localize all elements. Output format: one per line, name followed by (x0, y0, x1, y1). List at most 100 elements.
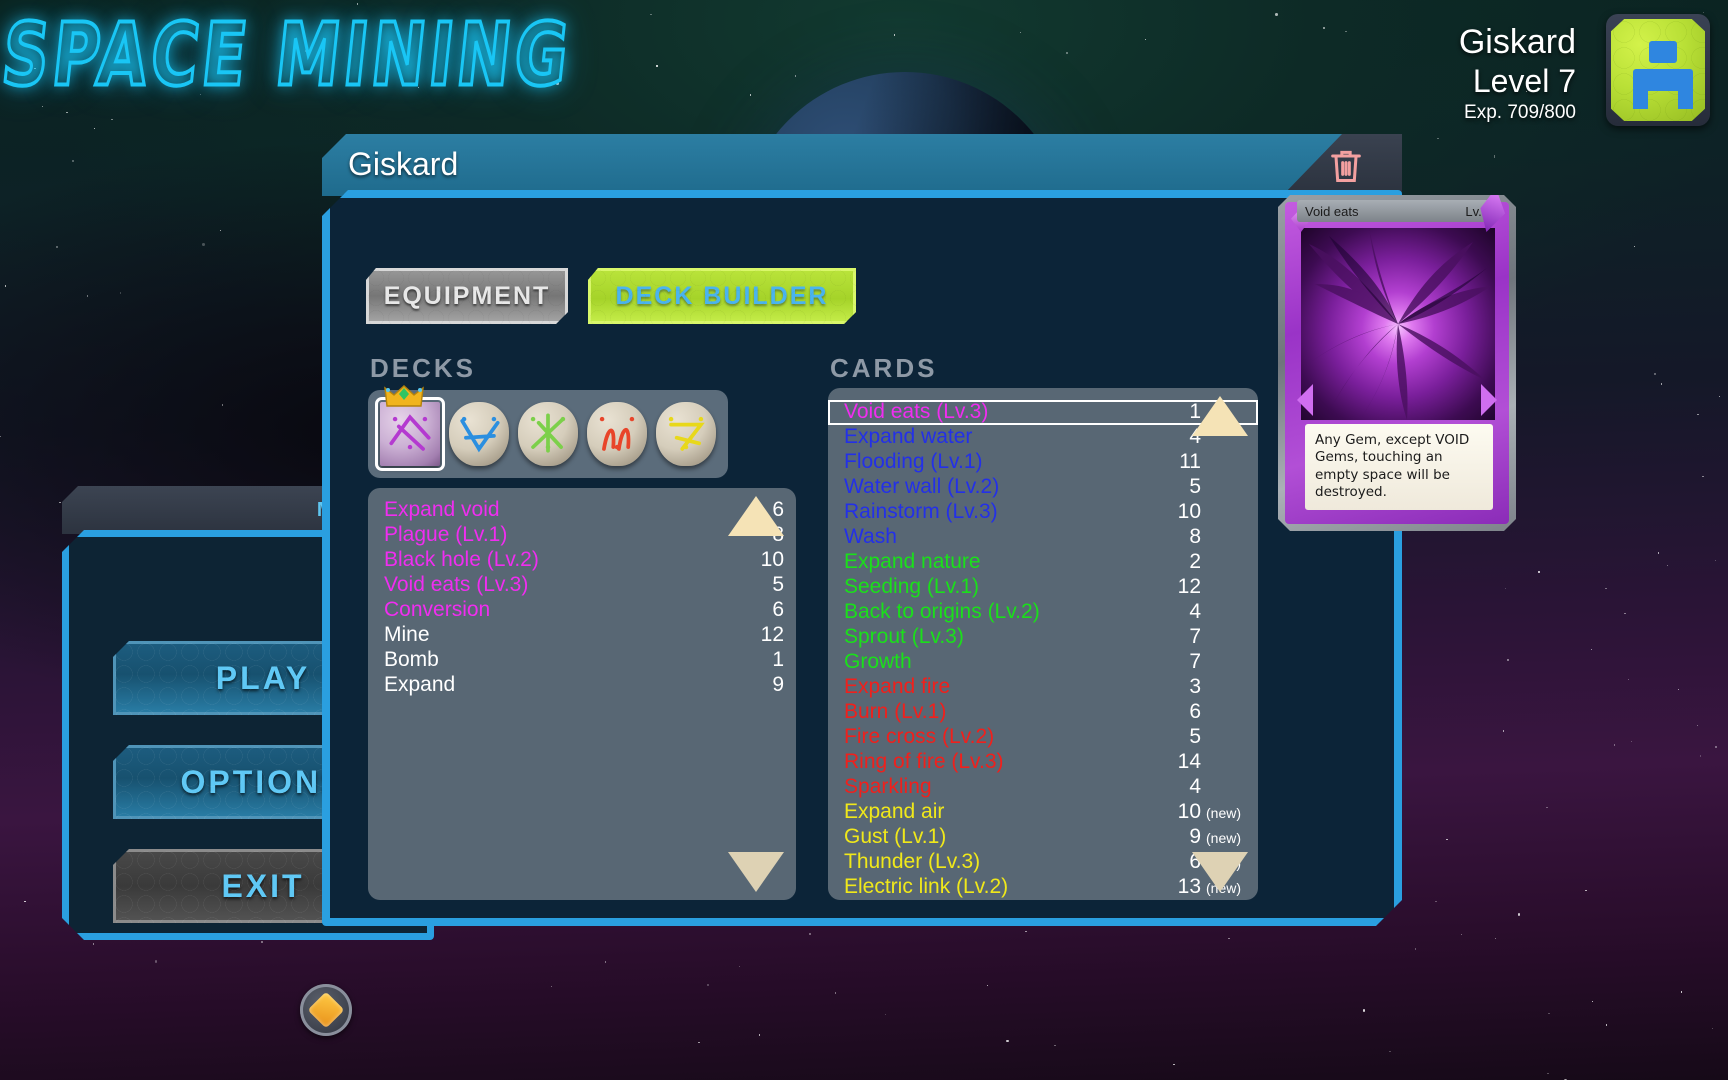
tab-equipment-label: EQUIPMENT (383, 281, 551, 310)
card-preview-description: Any Gem, except VOID Gems, touching an e… (1305, 424, 1493, 510)
card-row-name: Electric link (Lv.2) (844, 875, 1009, 898)
card-row[interactable]: Gust (Lv.1) 9 (new) (828, 825, 1258, 850)
star (656, 65, 658, 67)
card-row[interactable]: Wash 8 (828, 525, 1258, 550)
star (66, 111, 68, 113)
star (119, 292, 122, 294)
star (202, 243, 205, 246)
deck-card-row-count: 12 (760, 623, 784, 646)
deck-card-row[interactable]: Conversion 6 (368, 598, 796, 623)
deck-scroll-down-icon[interactable] (728, 852, 784, 892)
card-row[interactable]: Fire cross (Lv.2) 5 (828, 725, 1258, 750)
star (605, 961, 607, 963)
star (1718, 395, 1721, 398)
star (1697, 414, 1699, 416)
play-button-label: PLAY (215, 659, 311, 696)
tab-equipment[interactable]: EQUIPMENT (366, 268, 568, 324)
star (1702, 11, 1705, 13)
star (1547, 1072, 1549, 1075)
star (5, 285, 7, 287)
star (1144, 38, 1146, 41)
card-row[interactable]: Sparkling 4 (828, 775, 1258, 800)
deck-card-row-name: Expand void (384, 498, 500, 521)
star (1657, 552, 1660, 554)
card-row-count: 5 (1189, 725, 1201, 748)
card-row-count: 3 (1189, 675, 1201, 698)
dialog-titlebar (322, 134, 1402, 196)
tab-deck-builder[interactable]: DECK BUILDER (588, 268, 856, 324)
star (1715, 746, 1717, 748)
card-row-name: Ring of fire (Lv.3) (844, 750, 1004, 773)
star (86, 295, 89, 297)
card-row[interactable]: Rainstorm (Lv.3) 10 (828, 500, 1258, 525)
rune-air (658, 405, 714, 463)
star (1654, 373, 1656, 375)
card-row[interactable]: Burn (Lv.1) 6 (828, 700, 1258, 725)
card-row-name: Void eats (Lv.3) (844, 400, 989, 423)
star (219, 229, 222, 232)
deck-card-row[interactable]: Bomb 1 (368, 648, 796, 673)
star (1054, 1044, 1056, 1047)
star (1546, 806, 1548, 809)
card-row-name: Burn (Lv.1) (844, 700, 947, 723)
gem-button[interactable] (300, 984, 352, 1036)
deck-card-row-name: Void eats (Lv.3) (384, 573, 529, 596)
star (1065, 51, 1069, 55)
deck-stone-void[interactable] (380, 402, 440, 466)
rune-water (451, 405, 507, 463)
card-row[interactable]: Growth 7 (828, 650, 1258, 675)
avatar-tile (1611, 19, 1705, 121)
star (1714, 559, 1717, 562)
card-row-name: Flooding (Lv.1) (844, 450, 983, 473)
card-row-name: Growth (844, 650, 912, 673)
card-row[interactable]: Expand fire 3 (828, 675, 1258, 700)
card-row[interactable]: Seeding (Lv.1) 12 (828, 575, 1258, 600)
deck-stone-water[interactable] (449, 402, 509, 466)
card-row[interactable]: Flooding (Lv.1) 11 (828, 450, 1258, 475)
star (1389, 1050, 1391, 1053)
star (809, 933, 811, 935)
card-row-count: 10 (1177, 800, 1201, 823)
star (698, 1042, 700, 1044)
card-row-count: 8 (1189, 525, 1201, 548)
deck-scroll-up-icon[interactable] (728, 496, 784, 536)
card-row[interactable]: Expand air 10 (new) (828, 800, 1258, 825)
deck-stone-nature[interactable] (518, 402, 578, 466)
cards-scroll-down-icon[interactable] (1192, 852, 1248, 892)
rune-fire (589, 405, 645, 463)
card-row[interactable]: Water wall (Lv.2) 5 (828, 475, 1258, 500)
star (1173, 1063, 1175, 1066)
cards-heading: CARDS (830, 353, 938, 383)
deck-card-row-name: Bomb (384, 648, 439, 671)
card-row-count: 10 (1177, 500, 1201, 523)
star (1446, 838, 1448, 840)
star (1274, 12, 1278, 16)
star (1228, 937, 1230, 940)
card-row[interactable]: Expand nature 2 (828, 550, 1258, 575)
star (749, 94, 751, 96)
deck-card-row[interactable]: Expand 9 (368, 673, 796, 698)
star (1702, 475, 1704, 478)
deck-card-row-name: Expand (384, 673, 456, 696)
trash-icon[interactable] (1326, 146, 1366, 186)
deck-card-row[interactable]: Black hole (Lv.2) 10 (368, 548, 796, 573)
deck-card-row[interactable]: Void eats (Lv.3) 5 (368, 573, 796, 598)
card-row[interactable]: Ring of fire (Lv.3) 14 (828, 750, 1258, 775)
star (1680, 991, 1682, 993)
deck-stone-air[interactable] (656, 402, 716, 466)
star (1677, 689, 1680, 691)
card-chevron-right-icon (1481, 384, 1497, 416)
deck-card-row-count: 1 (772, 648, 784, 671)
card-preview-name: Void eats (1305, 203, 1359, 219)
rune-void (382, 405, 438, 463)
deck-card-row[interactable]: Mine 12 (368, 623, 796, 648)
card-row[interactable]: Back to origins (Lv.2) 4 (828, 600, 1258, 625)
star (1437, 138, 1439, 140)
deck-stone-fire[interactable] (587, 402, 647, 466)
cards-scroll-up-icon[interactable] (1192, 396, 1248, 436)
card-row-name: Expand nature (844, 550, 981, 573)
deck-selector-strip (368, 390, 728, 478)
card-row-count: 12 (1177, 575, 1201, 598)
card-row[interactable]: Sprout (Lv.3) 7 (828, 625, 1258, 650)
avatar[interactable] (1606, 14, 1710, 126)
